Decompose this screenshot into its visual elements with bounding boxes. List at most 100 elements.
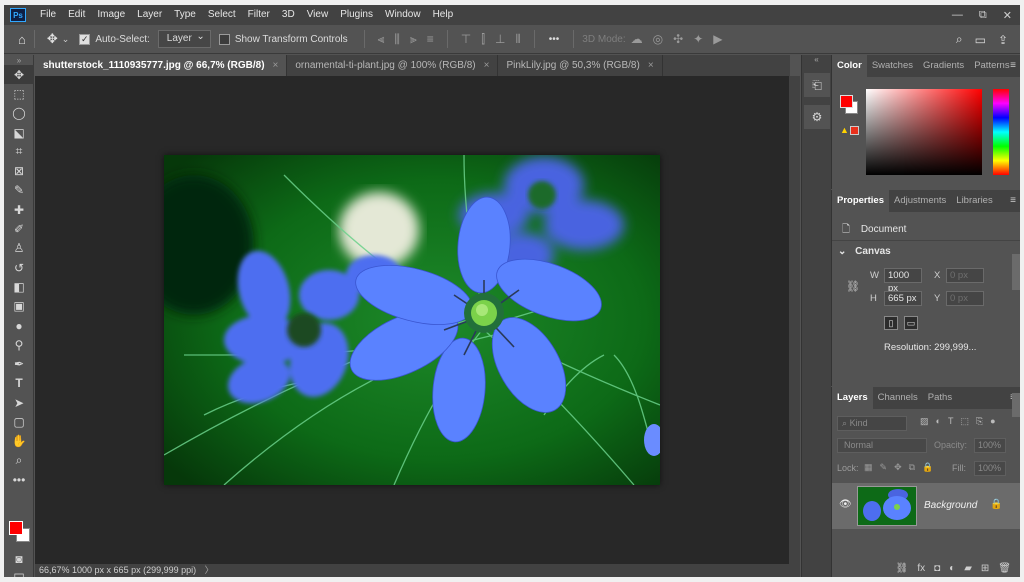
align-bottom-icon[interactable]: ⊥	[495, 32, 505, 46]
canvas-area[interactable]	[35, 76, 789, 564]
foreground-color-swatch[interactable]	[9, 521, 23, 535]
portrait-orientation-icon[interactable]: ▯	[884, 316, 898, 330]
marquee-tool-icon[interactable]: ⬚	[4, 84, 34, 103]
chevron-down-icon[interactable]: ⌄	[838, 246, 846, 257]
close-tab-icon[interactable]: ×	[273, 60, 279, 71]
object-selection-tool-icon[interactable]: ⬕	[4, 123, 34, 142]
distribute-icon[interactable]: ≡	[427, 32, 434, 46]
tab-properties[interactable]: Properties	[832, 190, 889, 212]
align-top-icon[interactable]: ⊤	[461, 32, 471, 46]
auto-select-target-dropdown[interactable]: Layer	[157, 29, 211, 48]
fill-field[interactable]: 100%	[974, 461, 1006, 476]
color-picker-field[interactable]	[866, 89, 982, 175]
screen-mode-icon[interactable]: ▭	[4, 565, 34, 577]
distribute-vertical-icon[interactable]: ⦀	[516, 32, 521, 47]
align-left-icon[interactable]: ⫷	[378, 32, 385, 47]
share-icon[interactable]: ⇪	[998, 33, 1008, 47]
close-tab-icon[interactable]: ×	[484, 60, 490, 71]
menu-file[interactable]: File	[34, 5, 62, 25]
menu-3d[interactable]: 3D	[276, 5, 301, 25]
close-button[interactable]: ✕	[1003, 9, 1012, 22]
tab-libraries[interactable]: Libraries	[951, 190, 997, 212]
hue-slider[interactable]	[993, 89, 1009, 175]
menu-image[interactable]: Image	[91, 5, 131, 25]
more-options-button[interactable]: •••	[549, 34, 560, 45]
type-filter-icon[interactable]: T	[948, 416, 954, 427]
canvas-y-field[interactable]: 0 px	[946, 291, 984, 306]
filter-toggle-icon[interactable]: ●	[990, 416, 995, 427]
menu-type[interactable]: Type	[168, 5, 202, 25]
gradient-tool-icon[interactable]: ▣	[4, 297, 34, 316]
clone-stamp-tool-icon[interactable]: ♙	[4, 239, 34, 258]
landscape-orientation-icon[interactable]: ▭	[904, 316, 918, 330]
crop-tool-icon[interactable]: ⌗	[4, 142, 34, 161]
menu-edit[interactable]: Edit	[62, 5, 91, 25]
tab-pinklily[interactable]: PinkLily.jpg @ 50,3% (RGB/8) ×	[498, 55, 663, 76]
tab-patterns[interactable]: Patterns	[969, 55, 1014, 77]
zoom-tool-icon[interactable]: ⌕	[4, 451, 34, 470]
canvas-section[interactable]: ⌄ Canvas	[838, 246, 891, 257]
tab-color[interactable]: Color	[832, 55, 867, 77]
pen-tool-icon[interactable]: ✒	[4, 354, 34, 373]
menu-view[interactable]: View	[301, 5, 335, 25]
collapse-toolbar-icon[interactable]: »	[4, 55, 34, 65]
lock-transparent-icon[interactable]: ▦	[864, 462, 873, 473]
expand-panels-icon[interactable]: «	[802, 55, 831, 65]
tab-swatches[interactable]: Swatches	[867, 55, 918, 77]
eye-icon[interactable]: 👁	[839, 499, 852, 510]
healing-brush-tool-icon[interactable]: ✚	[4, 200, 34, 219]
type-tool-icon[interactable]: T	[4, 374, 34, 393]
lock-all-icon[interactable]: 🔒	[922, 462, 933, 473]
align-right-icon[interactable]: ⫸	[410, 32, 417, 47]
vertical-scrollbar[interactable]	[789, 76, 800, 564]
orbit-3d-icon[interactable]: ☁	[631, 32, 643, 46]
canvas-x-field[interactable]: 0 px	[946, 268, 984, 283]
move-tool-preset-icon[interactable]: ✥	[47, 31, 58, 47]
foreground-background-colors[interactable]	[9, 521, 31, 543]
blend-mode-select[interactable]: Normal	[837, 438, 927, 453]
align-horizontal-center-icon[interactable]: ⫼	[394, 32, 400, 47]
panel-menu-icon[interactable]: ≡	[1010, 190, 1016, 212]
layer-style-icon[interactable]: fx	[917, 563, 925, 574]
properties-panel-icon[interactable]: ⚙	[804, 105, 830, 129]
menu-select[interactable]: Select	[202, 5, 242, 25]
search-icon[interactable]: ⌕	[956, 32, 963, 47]
edit-toolbar-icon[interactable]: •••	[4, 470, 34, 489]
restore-button[interactable]: ⧉	[979, 9, 987, 22]
lock-position-icon[interactable]: ✥	[894, 462, 902, 473]
lock-artboard-icon[interactable]: ⧉	[909, 462, 915, 473]
new-layer-icon[interactable]: ⊞	[981, 563, 989, 574]
adjustment-layer-icon[interactable]: ◐	[949, 563, 955, 574]
tab-channels[interactable]: Channels	[873, 387, 923, 409]
path-selection-tool-icon[interactable]: ➤	[4, 393, 34, 412]
link-layers-icon[interactable]: ⛓	[896, 563, 909, 574]
menu-filter[interactable]: Filter	[242, 5, 276, 25]
menu-plugins[interactable]: Plugins	[334, 5, 379, 25]
tab-paths[interactable]: Paths	[923, 387, 957, 409]
auto-select-checkbox[interactable]: ✓	[79, 33, 91, 45]
hand-tool-icon[interactable]: ✋	[4, 432, 34, 451]
pan-3d-icon[interactable]: ✣	[673, 32, 683, 46]
canvas-width-field[interactable]: 1000 px	[884, 268, 922, 294]
layer-filter-kind-select[interactable]: ⌕ Kind	[837, 416, 907, 431]
canvas-height-field[interactable]: 665 px	[884, 291, 922, 306]
smart-object-filter-icon[interactable]: ⎘	[976, 416, 983, 427]
align-vertical-center-icon[interactable]: ⫿	[481, 32, 485, 47]
layer-mask-icon[interactable]: ◘	[934, 563, 940, 574]
document-image[interactable]	[164, 155, 660, 485]
gamut-color-swatch[interactable]	[850, 126, 859, 135]
layer-name[interactable]: Background	[924, 500, 977, 511]
tab-layers[interactable]: Layers	[832, 387, 873, 409]
tab-gradients[interactable]: Gradients	[918, 55, 969, 77]
scale-3d-icon[interactable]: ▶	[713, 32, 722, 46]
dodge-tool-icon[interactable]: ⚲	[4, 335, 34, 354]
foreground-color-swatch[interactable]	[840, 95, 853, 108]
menu-layer[interactable]: Layer	[131, 5, 168, 25]
link-icon[interactable]: ⛓	[846, 280, 860, 293]
shape-filter-icon[interactable]: ⬚	[960, 416, 969, 427]
brush-tool-icon[interactable]: ✐	[4, 219, 34, 238]
panel-menu-icon[interactable]: ≡	[1010, 55, 1016, 77]
move-tool-icon[interactable]: ✥	[4, 65, 34, 85]
eyedropper-tool-icon[interactable]: ✎	[4, 181, 34, 200]
frame-tool-icon[interactable]: ⊠	[4, 161, 34, 180]
